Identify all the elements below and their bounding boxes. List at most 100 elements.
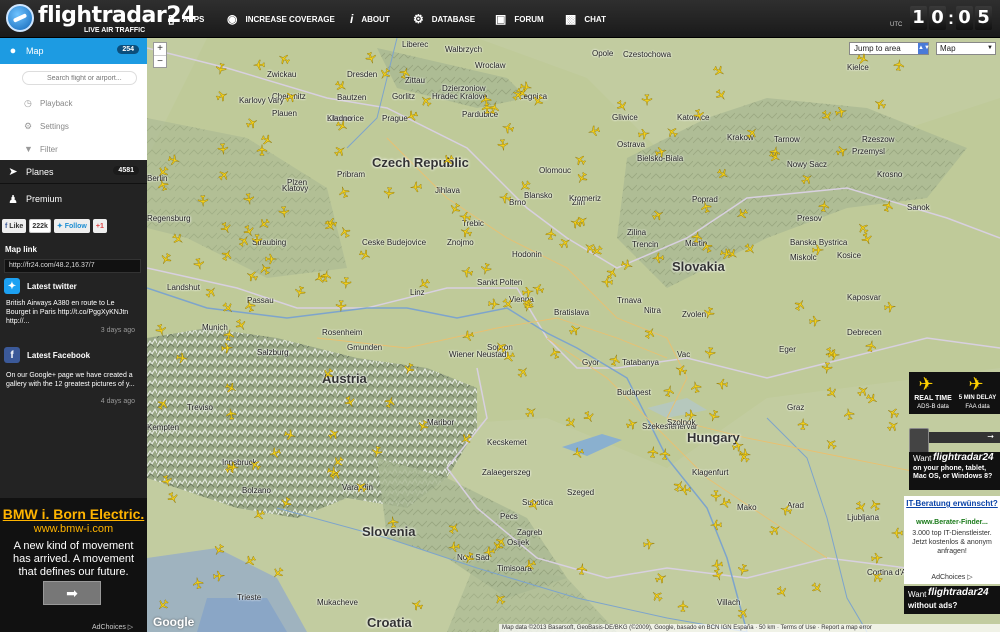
aircraft-marker[interactable] [710,519,722,531]
it-beratung-ad[interactable]: IT-Beratung erwünscht? www.Berater-Finde… [904,496,1000,584]
zoom-out-button[interactable]: − [154,55,166,67]
ad-url[interactable]: www.bmw-i.com [0,523,147,535]
aircraft-marker[interactable] [870,551,884,565]
aircraft-marker[interactable] [808,314,821,327]
ad-arrow-button[interactable]: ➡ [43,581,101,605]
aircraft-marker[interactable] [677,600,689,612]
search-input[interactable] [22,71,137,85]
aircraft-marker[interactable] [319,269,333,283]
aircraft-marker[interactable] [646,445,659,458]
nav-increase-coverage[interactable]: ◉ INCREASE COVERAGE [227,0,335,38]
city-label: Gmunden [347,343,383,352]
aircraft-marker[interactable] [710,558,724,572]
aircraft-marker[interactable] [828,349,840,361]
top-bar: flightradar24 LIVE AIR TRAFFIC ▯ APPS ◉ … [0,0,1000,38]
get-the-app-panel[interactable]: Want flightradar24 on your phone, tablet… [909,452,1000,490]
it-ad-url[interactable]: www.Berater-Finder... [904,519,1000,526]
city-label: Regensburg [147,214,191,223]
map-canvas[interactable]: + − Jump to area ▲▼ Map ▼ Czech Republic… [147,38,1000,632]
aircraft-marker[interactable] [892,58,906,72]
aircraft-marker[interactable] [197,195,209,207]
aircraft-marker[interactable] [891,527,903,539]
data-source-panel[interactable]: ✈ ✈ REAL TIME ADS-B data 5 MIN DELAY FAA… [909,372,1000,414]
facebook-feed-title: f Latest Facebook [4,347,90,363]
google-plus-button[interactable]: +1 [92,219,107,233]
aircraft-marker[interactable] [575,562,588,575]
map-link-field[interactable]: http://fr24.com/48.2,16.37/7 [4,259,141,273]
aircraft-marker[interactable] [498,191,512,205]
aircraft-marker[interactable] [479,93,493,107]
aircraft-marker[interactable] [447,540,461,554]
aircraft-marker[interactable] [220,341,233,354]
zoom-in-button[interactable]: + [154,43,166,55]
sidebar-item-planes-label: Planes [26,166,54,177]
no-ads-panel[interactable]: Want flightradar24 without ads? [904,586,1000,614]
aircraft-marker[interactable] [496,138,509,151]
aircraft-marker[interactable] [690,230,704,244]
facebook-like-button[interactable]: f Like [2,219,27,233]
aircraft-marker[interactable] [864,339,878,353]
ad-title[interactable]: BMW i. Born Electric. [0,506,147,522]
twitter-follow-button[interactable]: ✦ Follow [53,219,90,233]
city-label: Gliwice [612,113,638,122]
aircraft-marker[interactable] [222,328,236,342]
aircraft-marker[interactable] [253,59,265,71]
aircraft-marker[interactable] [224,407,238,421]
aircraft-marker[interactable] [703,346,717,360]
aircraft-marker[interactable] [382,186,395,199]
aircraft-marker[interactable] [659,448,672,461]
aircraft-marker[interactable] [482,545,496,559]
aircraft-marker[interactable] [335,300,347,312]
sidebar-item-map[interactable]: ● Map 254 [0,38,147,64]
twitter-feed-text[interactable]: British Airways A380 en route to Le Bour… [6,299,139,326]
aircraft-marker[interactable] [192,257,206,271]
google-plus-label: +1 [95,222,104,230]
map-type-select[interactable]: Map ▼ [936,42,996,55]
aircraft-marker[interactable] [340,277,353,290]
aircraft-marker[interactable] [386,515,399,528]
aircraft-marker[interactable] [715,377,728,390]
aircraft-marker[interactable] [265,253,277,265]
it-adchoices-link[interactable]: AdChoices ▷ [904,573,1000,581]
nav-forum[interactable]: ▣ FORUM [495,0,544,38]
aircraft-marker[interactable] [642,537,656,551]
nav-about[interactable]: i ABOUT [350,0,390,38]
aircraft-marker[interactable] [216,142,229,155]
aircraft-marker[interactable] [242,192,256,206]
facebook-feed-title-text: Latest Facebook [27,350,91,360]
aircraft-marker[interactable] [409,180,422,193]
aircraft-marker[interactable] [487,297,500,310]
aircraft-marker[interactable] [544,227,557,240]
submenu-filter[interactable]: ▼ Filter [24,144,58,154]
it-ad-title[interactable]: IT-Beratung erwünscht? [904,499,1000,508]
aircraft-marker[interactable] [226,460,240,474]
nav-database[interactable]: ⚙ DATABASE [413,0,475,38]
aircraft-marker[interactable] [817,199,831,213]
logo[interactable]: flightradar24 LIVE AIR TRAFFIC [6,3,196,35]
sidebar-item-planes[interactable]: ➤ Planes 4581 [0,160,147,184]
aircraft-marker[interactable] [797,418,809,430]
adchoices-link[interactable]: AdChoices ▷ [92,623,133,631]
bmw-advertisement[interactable]: BMW i. Born Electric. www.bmw-i.com A ne… [0,498,147,632]
aircraft-marker[interactable] [684,408,697,421]
city-label: Kempten [147,423,180,432]
sidebar-item-premium[interactable]: ♟ Premium [0,187,147,211]
aircraft-marker[interactable] [277,205,290,218]
aircraft-marker[interactable] [883,300,896,313]
aircraft-marker[interactable] [212,569,225,582]
aircraft-marker[interactable] [641,94,653,106]
aircraft-marker[interactable] [820,361,833,374]
aircraft-marker[interactable] [191,576,205,590]
facebook-feed-text[interactable]: On our Google+ page we have created a ga… [6,371,139,389]
aircraft-marker[interactable] [175,351,189,365]
submenu-settings[interactable]: ⚙ Settings [24,121,69,132]
nav-apps[interactable]: ▯ APPS [168,0,204,38]
aircraft-marker[interactable] [678,483,691,496]
nav-chat[interactable]: ▩ CHAT [565,0,606,38]
aircraft-marker[interactable] [812,244,824,256]
submenu-playback[interactable]: ◷ Playback [24,98,72,109]
aircraft-marker[interactable] [652,252,665,265]
aircraft-marker[interactable] [637,127,651,141]
map-link-title: Map link [5,245,38,254]
aircraft-marker[interactable] [842,407,856,421]
